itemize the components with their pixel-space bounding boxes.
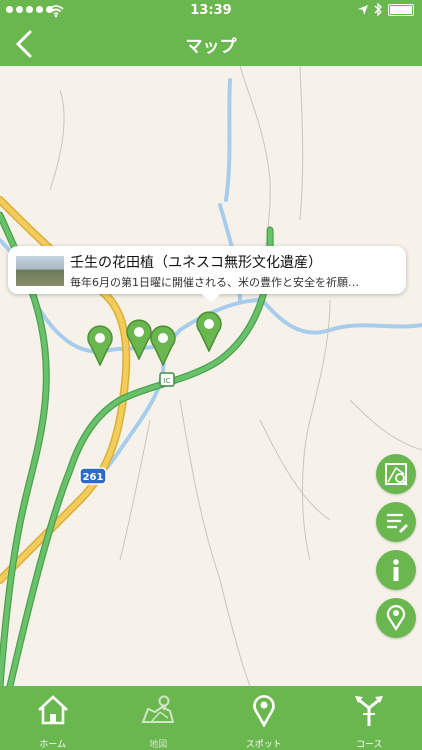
battery-icon: [388, 3, 414, 16]
navigation-bar: マップ: [0, 22, 422, 66]
bluetooth-icon: [374, 3, 382, 16]
info-button[interactable]: [376, 550, 416, 590]
tab-label: コース: [355, 740, 383, 750]
map-background: 261 IC: [0, 66, 422, 686]
spot-callout[interactable]: 壬生の花田植（ユネスコ無形文化遺産） 毎年6月の第1日曜に開催される、米の豊作と…: [8, 246, 406, 303]
spot-pin-icon: [252, 695, 275, 728]
map-pin-selected[interactable]: [194, 310, 224, 352]
svg-text:261: 261: [83, 472, 104, 483]
tab-label: 地図: [149, 740, 168, 750]
location-pin-icon: [386, 605, 406, 632]
list-filter-button[interactable]: [376, 502, 416, 542]
route-shield: 261: [79, 467, 107, 485]
home-icon: [37, 695, 68, 725]
spot-thumbnail: [16, 256, 64, 286]
tab-course[interactable]: コース: [317, 686, 422, 750]
tab-label: ホーム: [39, 740, 67, 750]
tab-spot[interactable]: スポット: [211, 686, 317, 750]
map-search-icon: [385, 463, 408, 486]
location-arrow-icon: [358, 4, 368, 15]
svg-text:IC: IC: [164, 377, 171, 385]
course-arrows-icon: [355, 696, 384, 726]
tab-label: スポット: [245, 740, 282, 750]
info-icon: [393, 559, 399, 581]
map-search-button[interactable]: [376, 454, 416, 494]
page-title: マップ: [185, 37, 237, 57]
list-pencil-icon: [387, 513, 408, 533]
map-icon: [141, 695, 175, 723]
map-view[interactable]: 261 IC: [0, 66, 422, 686]
tab-home[interactable]: ホーム: [0, 686, 106, 750]
map-pin[interactable]: [148, 324, 178, 366]
spot-title: 壬生の花田植（ユネスコ無形文化遺産）: [70, 255, 322, 271]
status-bar: 13:39: [0, 0, 422, 22]
tab-bar: ホーム 地図 スポット コース: [0, 686, 422, 750]
map-pin[interactable]: [85, 324, 115, 366]
pin-button[interactable]: [376, 598, 416, 638]
spot-description: 毎年6月の第1日曜に開催される、米の豊作と安全を祈願…: [70, 276, 359, 289]
interchange-marker: IC: [159, 372, 175, 387]
tab-map[interactable]: 地図: [106, 686, 212, 750]
